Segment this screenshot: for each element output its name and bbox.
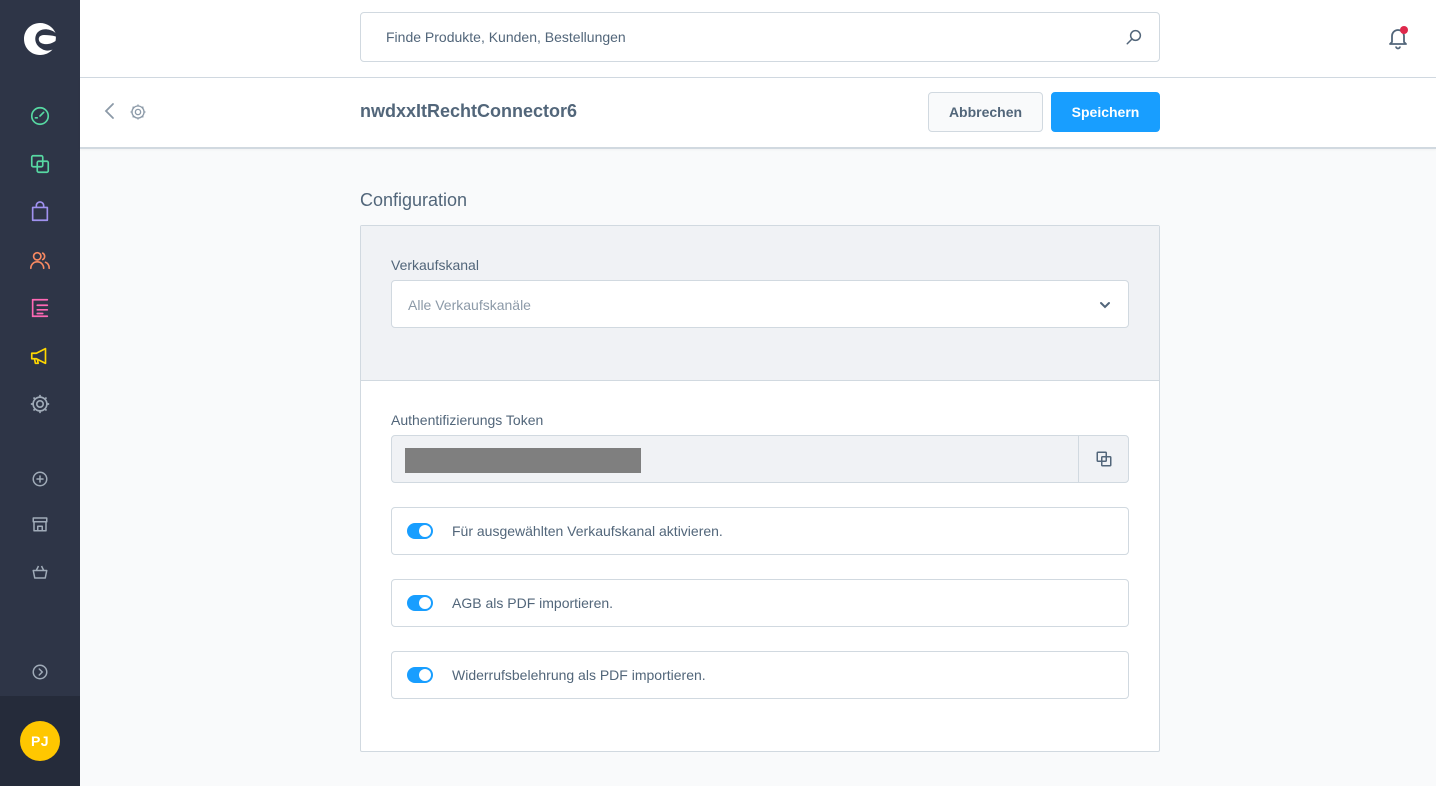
marketing-icon[interactable] xyxy=(28,344,52,368)
switch-row-activate: Für ausgewählten Verkaufskanal aktiviere… xyxy=(391,507,1129,555)
copy-button[interactable] xyxy=(1078,436,1128,482)
activate-toggle[interactable] xyxy=(407,523,433,539)
activate-label: Für ausgewählten Verkaufskanal aktiviere… xyxy=(452,523,723,539)
section-title: Configuration xyxy=(360,190,468,210)
configuration-card: Verkaufskanal Alle Verkaufskanäle Authen… xyxy=(360,225,1160,752)
withdrawal-pdf-label: Widerrufsbelehrung als PDF importieren. xyxy=(452,667,706,683)
sales-channel-value: Alle Verkaufskanäle xyxy=(408,297,531,313)
switch-row-withdrawal: Widerrufsbelehrung als PDF importieren. xyxy=(391,651,1129,699)
sales-channel-headless-icon[interactable] xyxy=(28,560,52,584)
agb-pdf-label: AGB als PDF importieren. xyxy=(452,595,614,611)
orders-icon[interactable] xyxy=(28,200,52,224)
copy-icon xyxy=(1096,451,1111,467)
global-search xyxy=(360,12,1160,62)
token-label: Authentifizierungs Token xyxy=(391,412,544,428)
back-arrow-icon[interactable] xyxy=(102,101,116,121)
switch-row-agb: AGB als PDF importieren. xyxy=(391,579,1129,627)
top-bar xyxy=(80,0,1436,78)
page-title: nwdxxItRechtConnector6 xyxy=(360,101,578,121)
search-icon[interactable] xyxy=(1125,28,1143,46)
sales-channel-panel: Verkaufskanal Alle Verkaufskanäle xyxy=(361,226,1159,381)
sales-channel-storefront-icon[interactable] xyxy=(28,512,52,536)
token-redacted-value xyxy=(405,448,641,473)
customers-icon[interactable] xyxy=(28,248,52,272)
smart-bar: nwdxxItRechtConnector6 Abbrechen Speiche… xyxy=(80,78,1436,149)
withdrawal-pdf-toggle[interactable] xyxy=(407,667,433,683)
dashboard-icon[interactable] xyxy=(28,104,52,128)
sales-channel-select[interactable]: Alle Verkaufskanäle xyxy=(391,280,1129,328)
chevron-down-icon xyxy=(1100,302,1110,309)
auth-token-field[interactable] xyxy=(391,435,1129,483)
toggle-knob xyxy=(419,597,431,609)
admin-sidebar: PJ xyxy=(0,0,80,786)
toggle-knob xyxy=(419,669,431,681)
notification-dot xyxy=(1400,26,1408,34)
gear-icon[interactable] xyxy=(129,103,147,121)
user-avatar[interactable]: PJ xyxy=(20,721,60,761)
extensions-add-icon[interactable] xyxy=(28,467,52,491)
content-icon[interactable] xyxy=(28,296,52,320)
save-button[interactable]: Speichern xyxy=(1051,92,1160,132)
shopware-logo-icon[interactable] xyxy=(20,19,60,59)
search-input[interactable] xyxy=(361,13,1111,61)
sales-channel-label: Verkaufskanal xyxy=(391,257,479,273)
collapse-menu-icon[interactable] xyxy=(28,660,52,684)
cancel-button[interactable]: Abbrechen xyxy=(928,92,1043,132)
agb-pdf-toggle[interactable] xyxy=(407,595,433,611)
catalogues-icon[interactable] xyxy=(28,152,52,176)
settings-icon[interactable] xyxy=(28,392,52,416)
toggle-knob xyxy=(419,525,431,537)
